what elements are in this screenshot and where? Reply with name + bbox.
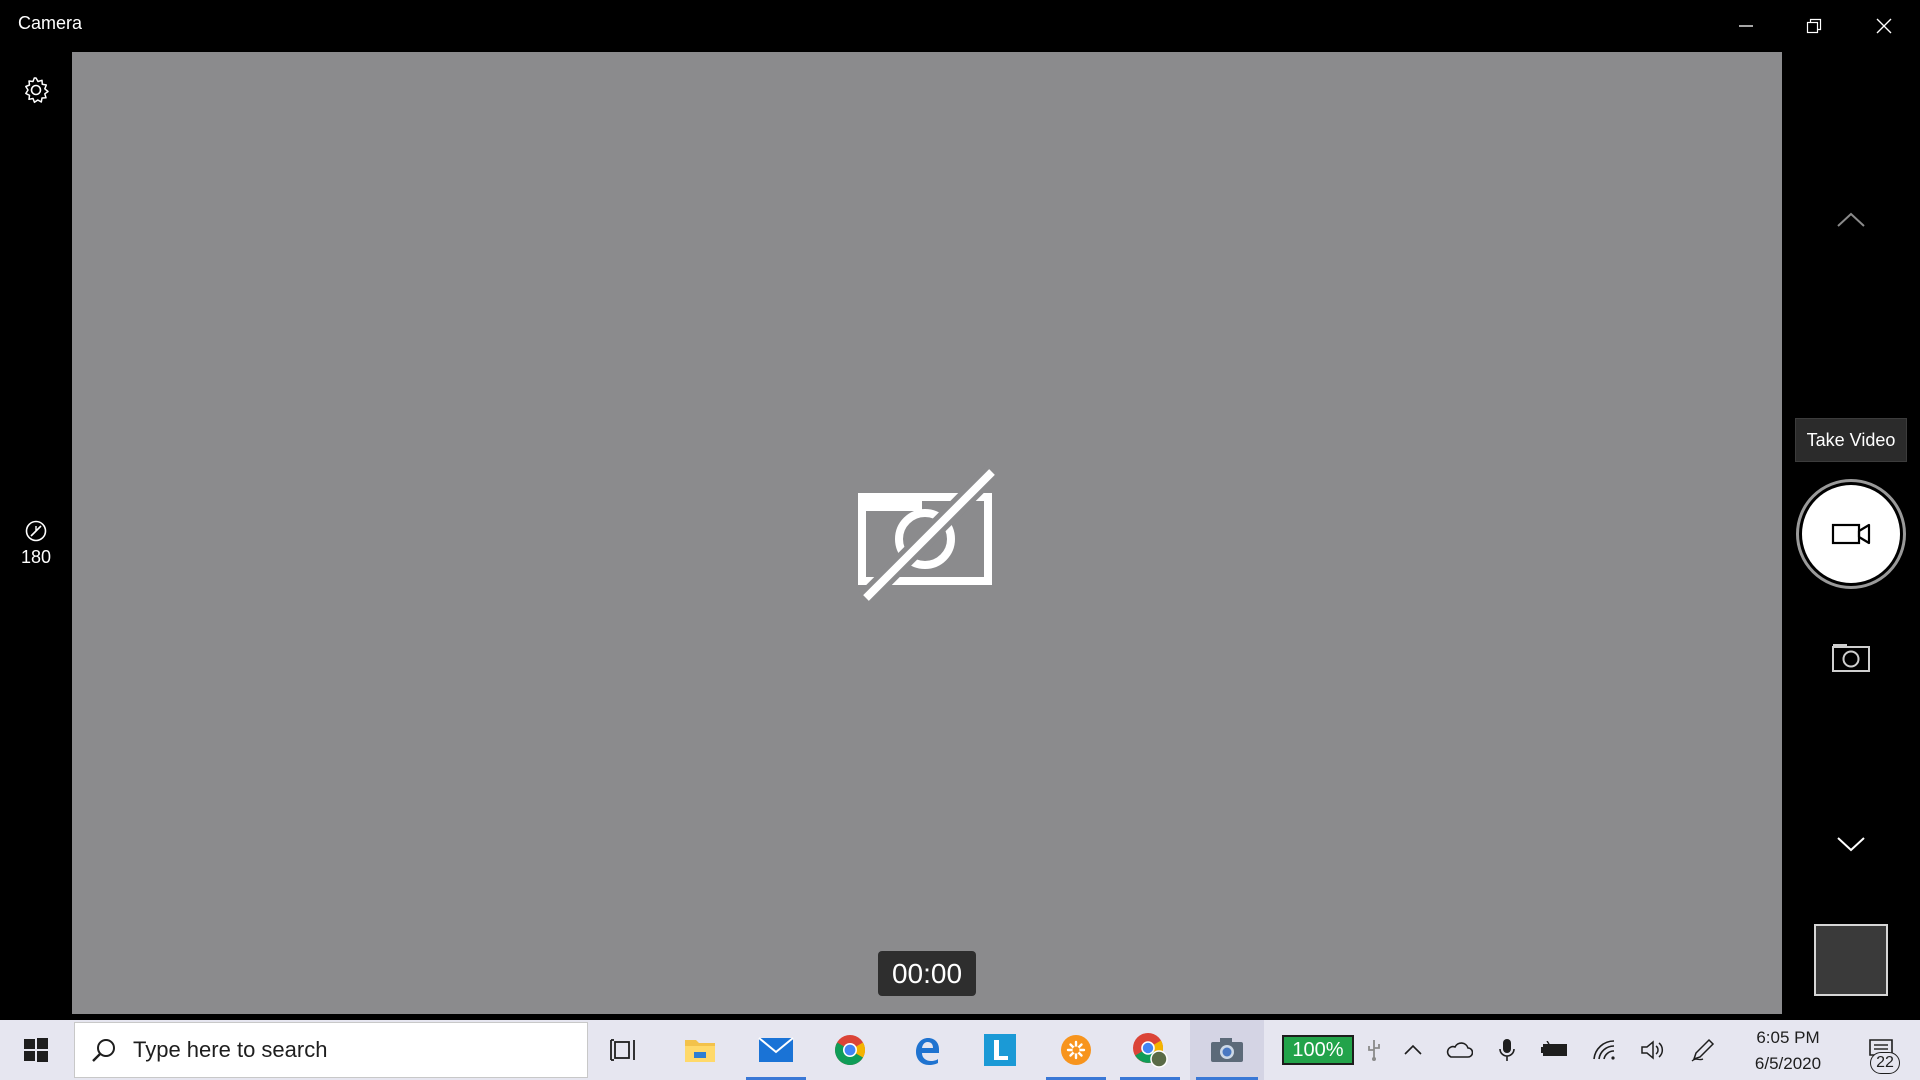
wifi-tray-button[interactable] — [1582, 1020, 1628, 1080]
usb-tray-button[interactable] — [1354, 1020, 1394, 1080]
file-explorer-icon — [685, 1040, 715, 1062]
onedrive-icon — [1446, 1042, 1473, 1058]
chrome-profile-icon — [1133, 1033, 1168, 1068]
self-timer-label: 180 — [20, 546, 52, 567]
search-icon — [92, 1039, 115, 1062]
chevron-up-icon — [1837, 212, 1865, 227]
battery-icon — [1541, 1041, 1567, 1056]
battery-tray-button[interactable] — [1532, 1020, 1578, 1080]
camera-viewport — [72, 52, 1782, 1014]
gear-icon — [25, 77, 49, 104]
mail-icon — [758, 1037, 794, 1062]
start-button[interactable] — [0, 1020, 72, 1080]
window-title: Camera — [18, 13, 83, 33]
taskbar-clock[interactable]: 6:05 PM 6/5/2020 — [1730, 1022, 1846, 1078]
camera-app-button[interactable] — [1190, 1020, 1264, 1080]
l-app-icon — [984, 1034, 1016, 1066]
last-capture-thumbnail[interactable] — [1814, 924, 1888, 996]
scroll-down-button[interactable] — [1826, 824, 1876, 864]
edge-button[interactable] — [890, 1020, 962, 1080]
notification-count-badge: 22 — [1870, 1052, 1900, 1074]
recording-timer: 00:00 — [878, 951, 976, 996]
chevron-up-icon — [1404, 1044, 1422, 1055]
search-placeholder: Type here to search — [133, 1037, 328, 1062]
microphone-icon — [1499, 1039, 1515, 1061]
task-view-button[interactable] — [588, 1020, 660, 1080]
chrome-icon — [835, 1035, 866, 1066]
camera-app-icon — [1211, 1038, 1243, 1062]
chevron-down-icon — [1837, 837, 1865, 852]
onedrive-tray-button[interactable] — [1436, 1020, 1482, 1080]
volume-icon — [1641, 1040, 1664, 1060]
minimize-icon — [1739, 25, 1753, 27]
video-camera-icon — [1831, 523, 1871, 545]
windows-logo-icon — [24, 1038, 48, 1062]
clock-time: 6:05 PM — [1756, 1028, 1820, 1047]
chrome-profile-button[interactable] — [1114, 1020, 1186, 1080]
minimize-button[interactable] — [1712, 0, 1780, 52]
settings-button[interactable] — [16, 70, 56, 110]
battery-percent-widget[interactable]: 100% — [1282, 1035, 1354, 1065]
show-hidden-icons-button[interactable] — [1390, 1020, 1436, 1080]
take-video-tooltip: Take Video — [1795, 418, 1907, 462]
camera-disabled-icon — [858, 465, 999, 605]
pen-workspace-button[interactable] — [1680, 1020, 1726, 1080]
restore-icon — [1806, 18, 1822, 34]
orange-app-button[interactable] — [1040, 1020, 1112, 1080]
taskbar: Type here to search 100% 6:05 PM 6/5/202… — [0, 1020, 1920, 1080]
photo-camera-icon — [1832, 644, 1870, 672]
close-icon — [1876, 18, 1892, 34]
usb-icon — [1368, 1040, 1380, 1061]
taskbar-search-box[interactable]: Type here to search — [74, 1022, 588, 1078]
record-button-face — [1802, 485, 1900, 583]
clock-date: 6/5/2020 — [1754, 1054, 1822, 1073]
scroll-up-button[interactable] — [1826, 200, 1876, 240]
take-video-button[interactable] — [1796, 479, 1906, 589]
self-timer-icon — [25, 520, 47, 541]
volume-tray-button[interactable] — [1630, 1020, 1676, 1080]
l-app-button[interactable] — [964, 1020, 1036, 1080]
wifi-icon — [1593, 1040, 1615, 1060]
self-timer-button[interactable]: 180 — [10, 508, 62, 578]
edge-icon — [916, 1038, 939, 1065]
microphone-tray-button[interactable] — [1484, 1020, 1530, 1080]
pen-icon — [1691, 1038, 1715, 1062]
task-view-icon — [610, 1039, 635, 1061]
photo-mode-button[interactable] — [1826, 632, 1876, 682]
mail-button[interactable] — [740, 1020, 812, 1080]
title-bar: Camera — [0, 0, 1920, 52]
restore-button[interactable] — [1780, 0, 1848, 52]
chrome-button[interactable] — [814, 1020, 886, 1080]
orange-app-icon — [1061, 1035, 1091, 1065]
close-button[interactable] — [1850, 0, 1918, 52]
left-rail: 180 — [0, 52, 72, 1020]
file-explorer-button[interactable] — [664, 1020, 736, 1080]
